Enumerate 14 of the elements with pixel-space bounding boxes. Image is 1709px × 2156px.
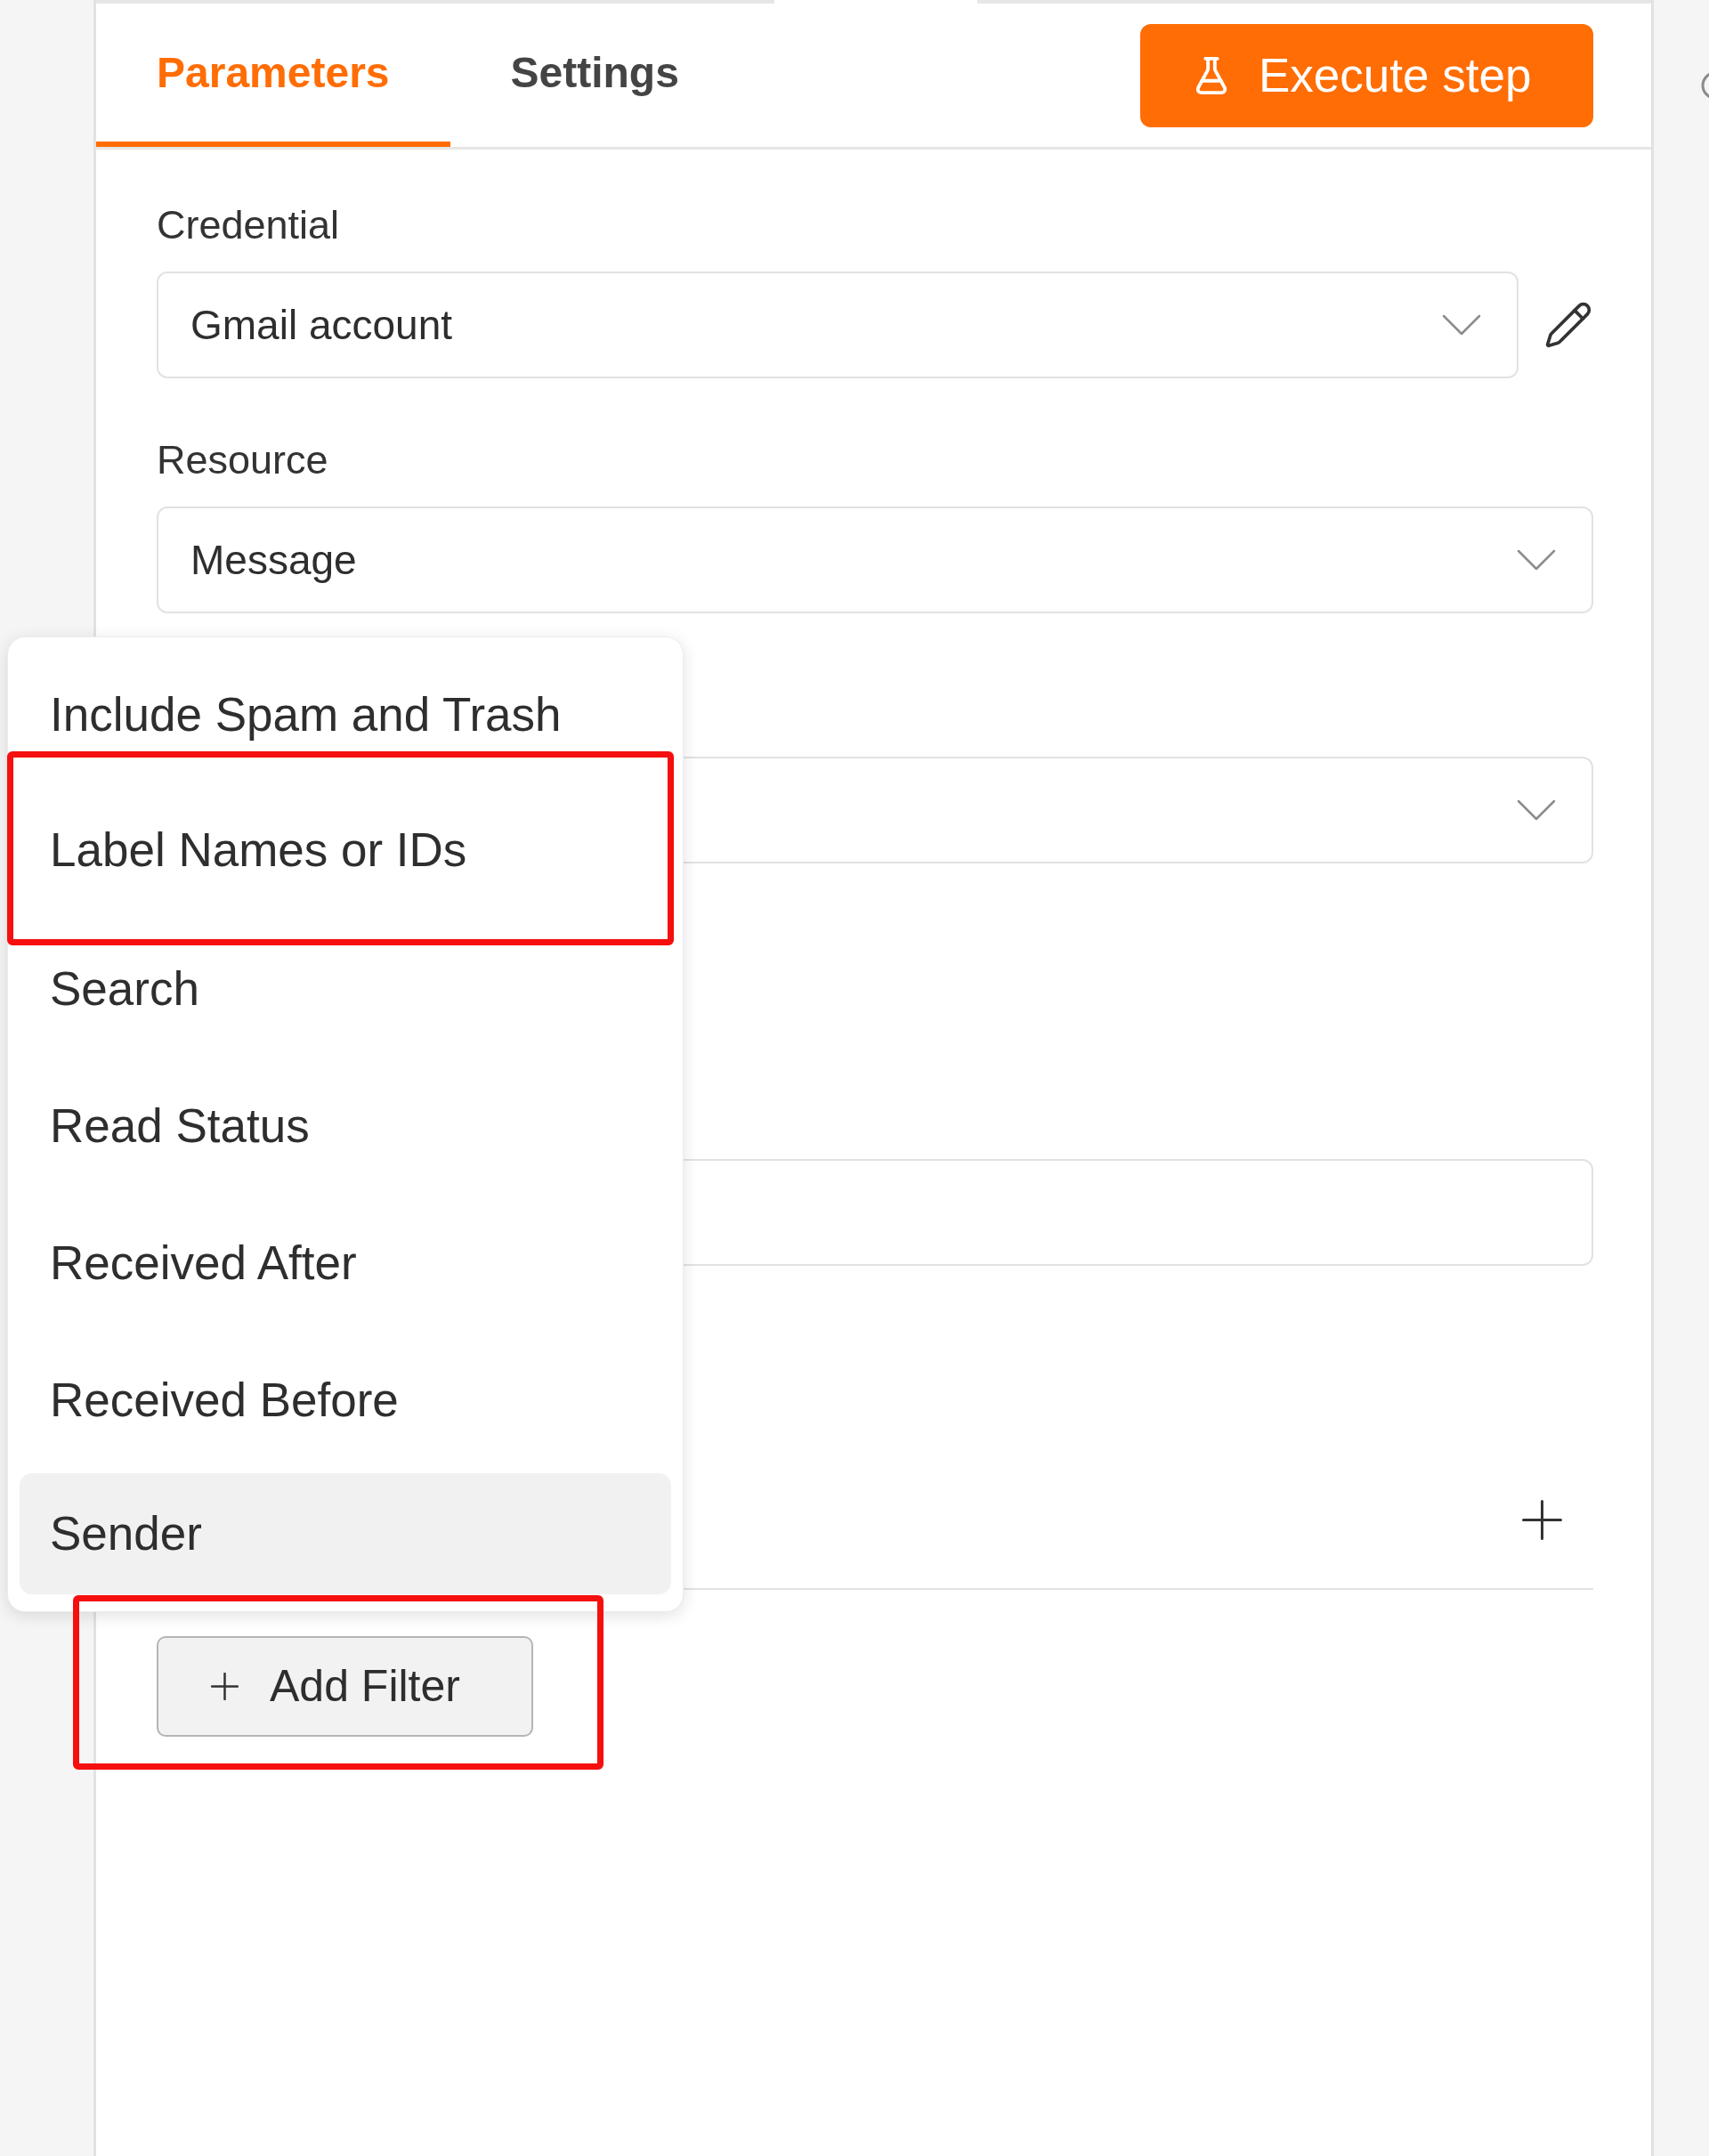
pencil-icon[interactable] [1543,300,1593,350]
chevron-down-icon [1442,314,1481,336]
chevron-down-icon [1517,549,1556,571]
menu-item[interactable]: Sender [20,1473,671,1594]
add-filter-button[interactable]: Add Filter [157,1636,533,1737]
select-field[interactable]: Gmail account [157,272,1519,378]
field-label: Credential [157,201,340,249]
field-label: Resource [157,436,328,484]
ring-icon [1700,71,1709,100]
chevron-down-icon [1517,799,1556,821]
select-field[interactable]: Message [157,507,1593,613]
tab[interactable]: Settings [450,4,740,147]
plus-icon[interactable] [1522,1500,1562,1540]
plus-icon [211,1673,239,1700]
